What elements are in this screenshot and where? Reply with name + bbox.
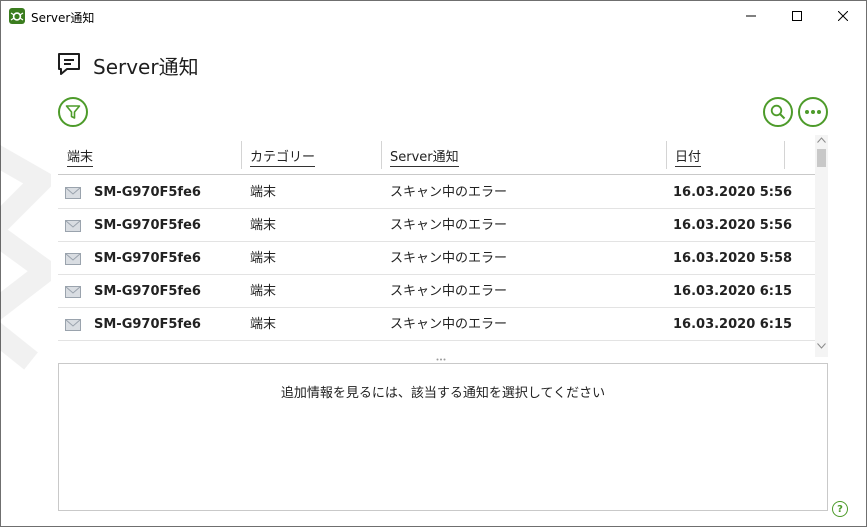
notice-cell: スキャン中のエラー	[390, 218, 508, 233]
help-button[interactable]: ?	[832, 501, 848, 517]
title-bar: Server通知	[1, 1, 866, 31]
envelope-icon	[65, 220, 81, 232]
table-row[interactable]: SM-G970F5fe6 端末 スキャン中のエラー 16.03.2020 5:5…	[58, 242, 815, 275]
envelope-icon	[65, 187, 81, 199]
category-cell: 端末	[250, 185, 277, 200]
filter-icon	[65, 105, 81, 119]
table-row[interactable]: SM-G970F5fe6 端末 スキャン中のエラー 16.03.2020 6:1…	[58, 275, 815, 308]
scroll-up-icon[interactable]	[817, 137, 826, 143]
date-cell: 16.03.2020 5:58	[673, 251, 793, 266]
category-cell: 端末	[250, 251, 277, 266]
minimize-button[interactable]	[728, 1, 774, 31]
minimize-icon	[746, 15, 756, 17]
close-icon	[838, 11, 848, 21]
device-cell: SM-G970F5fe6	[94, 251, 201, 266]
notice-cell: スキャン中のエラー	[390, 317, 508, 332]
device-cell: SM-G970F5fe6	[94, 284, 201, 299]
scroll-down-icon[interactable]	[817, 343, 826, 349]
date-cell: 16.03.2020 6:15	[673, 284, 793, 299]
filter-button[interactable]	[58, 97, 88, 127]
search-icon	[770, 104, 786, 120]
column-header-date[interactable]: 日付	[666, 135, 784, 175]
vertical-scrollbar[interactable]	[815, 135, 828, 357]
device-cell: SM-G970F5fe6	[94, 218, 201, 233]
close-button[interactable]	[820, 1, 866, 31]
column-header-device[interactable]: 端末	[58, 135, 241, 175]
notifications-table: 端末 カテゴリー Server通知 日付 SM-G970F5fe6 端末 スキャ…	[58, 135, 828, 357]
details-pane: 追加情報を見るには、該当する通知を選択してください	[58, 363, 828, 511]
table-row[interactable]: SM-G970F5fe6 端末 スキャン中のエラー 16.03.2020 6:1…	[58, 308, 815, 341]
scrollbar-thumb[interactable]	[817, 149, 826, 167]
page-title: Server通知	[93, 55, 199, 79]
notice-cell: スキャン中のエラー	[390, 185, 508, 200]
date-cell: 16.03.2020 5:56	[673, 218, 793, 233]
table-row[interactable]: SM-G970F5fe6 端末 スキャン中のエラー 16.03.2020 5:5…	[58, 209, 815, 242]
notice-cell: スキャン中のエラー	[390, 251, 508, 266]
notification-chat-icon	[58, 53, 80, 75]
app-logo-icon	[9, 8, 25, 24]
notice-cell: スキャン中のエラー	[390, 284, 508, 299]
category-cell: 端末	[250, 284, 277, 299]
device-cell: SM-G970F5fe6	[94, 185, 201, 200]
category-cell: 端末	[250, 218, 277, 233]
maximize-icon	[792, 11, 802, 21]
app-window: Server通知 Server通知 端末 カテゴリー Server通知 日付 S…	[0, 0, 867, 527]
window-title: Server通知	[31, 11, 95, 25]
column-header-notice[interactable]: Server通知	[381, 135, 666, 175]
device-cell: SM-G970F5fe6	[94, 317, 201, 332]
column-divider[interactable]	[784, 141, 785, 169]
envelope-icon	[65, 319, 81, 331]
splitter-grip-icon	[436, 358, 446, 361]
details-placeholder-text: 追加情報を見るには、該当する通知を選択してください	[280, 386, 606, 401]
column-header-category[interactable]: カテゴリー	[241, 135, 381, 175]
date-cell: 16.03.2020 5:56	[673, 185, 793, 200]
category-cell: 端末	[250, 317, 277, 332]
background-watermark-icon	[0, 144, 51, 370]
table-header: 端末 カテゴリー Server通知 日付	[58, 135, 815, 175]
table-row[interactable]: SM-G970F5fe6 端末 スキャン中のエラー 16.03.2020 5:5…	[58, 176, 815, 209]
more-options-button[interactable]	[798, 97, 828, 127]
maximize-button[interactable]	[774, 1, 820, 31]
envelope-icon	[65, 286, 81, 298]
search-button[interactable]	[763, 97, 793, 127]
more-options-icon	[805, 110, 821, 114]
help-icon: ?	[837, 503, 843, 515]
date-cell: 16.03.2020 6:15	[673, 317, 793, 332]
envelope-icon	[65, 253, 81, 265]
